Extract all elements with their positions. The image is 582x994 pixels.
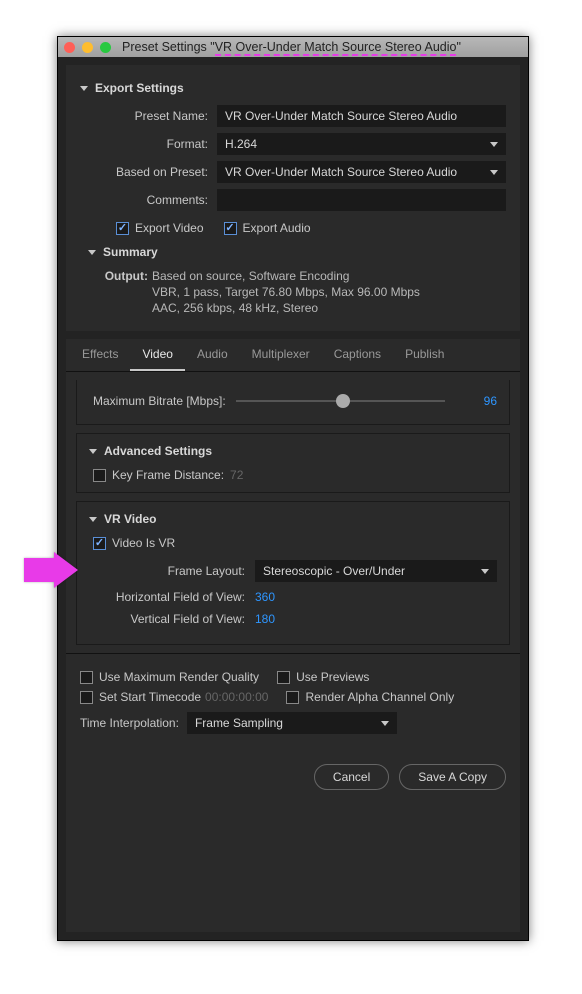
- frame-layout-label: Frame Layout:: [89, 564, 245, 578]
- export-audio-checkbox[interactable]: Export Audio: [224, 221, 311, 235]
- summary-output-label: Output:: [100, 269, 148, 283]
- cancel-button[interactable]: Cancel: [314, 764, 389, 790]
- comments-input[interactable]: [217, 189, 506, 211]
- preset-name-input[interactable]: [217, 105, 506, 127]
- tab-multiplexer[interactable]: Multiplexer: [240, 339, 322, 371]
- maximize-icon[interactable]: [100, 42, 111, 53]
- max-bitrate-slider[interactable]: [236, 400, 445, 402]
- chevron-down-icon: [80, 86, 88, 91]
- advanced-settings-header[interactable]: Advanced Settings: [89, 444, 497, 458]
- format-label: Format:: [80, 137, 208, 151]
- vr-video-header[interactable]: VR Video: [89, 512, 497, 526]
- frame-layout-value: Stereoscopic - Over/Under: [263, 564, 405, 578]
- tab-publish[interactable]: Publish: [393, 339, 456, 371]
- keyframe-distance-checkbox[interactable]: Key Frame Distance: 72: [93, 468, 497, 482]
- chevron-down-icon: [89, 517, 97, 522]
- video-is-vr-checkbox[interactable]: Video Is VR: [93, 536, 497, 550]
- export-audio-label: Export Audio: [243, 221, 311, 235]
- titlebar: Preset Settings "VR Over-Under Match Sou…: [58, 37, 528, 57]
- export-settings-header[interactable]: Export Settings: [80, 81, 506, 95]
- time-interpolation-select[interactable]: Frame Sampling: [187, 712, 397, 734]
- preset-settings-window: Preset Settings "VR Over-Under Match Sou…: [57, 36, 529, 941]
- checkbox-checked-icon: [116, 222, 129, 235]
- checkbox-icon: [286, 691, 299, 704]
- vfov-value[interactable]: 180: [255, 612, 275, 626]
- alpha-only-checkbox[interactable]: Render Alpha Channel Only: [286, 690, 454, 704]
- use-previews-label: Use Previews: [296, 670, 369, 684]
- export-settings-label: Export Settings: [95, 81, 184, 95]
- tab-video[interactable]: Video: [130, 339, 184, 371]
- summary-header[interactable]: Summary: [88, 245, 506, 259]
- time-interpolation-label: Time Interpolation:: [80, 716, 179, 730]
- vr-video-label: VR Video: [104, 512, 156, 526]
- summary-block: Output: Based on source, Software Encodin…: [100, 269, 506, 315]
- summary-label: Summary: [103, 245, 158, 259]
- summary-line2: VBR, 1 pass, Target 76.80 Mbps, Max 96.0…: [152, 285, 420, 299]
- checkbox-checked-icon: [224, 222, 237, 235]
- max-bitrate-label: Maximum Bitrate [Mbps]:: [93, 394, 226, 408]
- max-bitrate-value[interactable]: 96: [459, 394, 497, 408]
- slider-thumb[interactable]: [336, 394, 350, 408]
- frame-layout-select[interactable]: Stereoscopic - Over/Under: [255, 560, 497, 582]
- export-video-label: Export Video: [135, 221, 204, 235]
- chevron-down-icon: [381, 721, 389, 726]
- start-timecode-value: 00:00:00:00: [205, 690, 268, 704]
- time-interpolation-value: Frame Sampling: [195, 716, 283, 730]
- save-a-copy-button[interactable]: Save A Copy: [399, 764, 506, 790]
- max-render-quality-checkbox[interactable]: Use Maximum Render Quality: [80, 670, 259, 684]
- summary-line3: AAC, 256 kbps, 48 kHz, Stereo: [152, 301, 318, 315]
- chevron-down-icon: [490, 170, 498, 175]
- keyframe-distance-value: 72: [230, 468, 243, 482]
- keyframe-distance-label: Key Frame Distance:: [112, 468, 224, 482]
- advanced-settings-label: Advanced Settings: [104, 444, 212, 458]
- comments-label: Comments:: [80, 193, 208, 207]
- export-video-checkbox[interactable]: Export Video: [116, 221, 204, 235]
- tab-captions[interactable]: Captions: [322, 339, 393, 371]
- max-render-quality-label: Use Maximum Render Quality: [99, 670, 259, 684]
- tab-audio[interactable]: Audio: [185, 339, 240, 371]
- window-title: Preset Settings "VR Over-Under Match Sou…: [122, 40, 461, 54]
- based-on-select[interactable]: VR Over-Under Match Source Stereo Audio: [217, 161, 506, 183]
- start-timecode-label: Set Start Timecode: [99, 690, 201, 704]
- close-icon[interactable]: [64, 42, 75, 53]
- start-timecode-checkbox[interactable]: Set Start Timecode 00:00:00:00: [80, 690, 268, 704]
- hfov-value[interactable]: 360: [255, 590, 275, 604]
- minimize-icon[interactable]: [82, 42, 93, 53]
- checkbox-checked-icon: [93, 537, 106, 550]
- video-is-vr-label: Video Is VR: [112, 536, 175, 550]
- vfov-label: Vertical Field of View:: [89, 612, 245, 626]
- bottom-panel: Use Maximum Render Quality Use Previews …: [66, 653, 520, 800]
- checkbox-icon: [277, 671, 290, 684]
- annotation-arrow-icon: [24, 552, 78, 588]
- chevron-down-icon: [490, 142, 498, 147]
- chevron-down-icon: [88, 250, 96, 255]
- tab-bar: Effects Video Audio Multiplexer Captions…: [66, 339, 520, 372]
- use-previews-checkbox[interactable]: Use Previews: [277, 670, 369, 684]
- checkbox-icon: [80, 671, 93, 684]
- checkbox-icon: [80, 691, 93, 704]
- chevron-down-icon: [481, 569, 489, 574]
- format-value: H.264: [225, 137, 257, 151]
- chevron-down-icon: [89, 449, 97, 454]
- tab-effects[interactable]: Effects: [70, 339, 130, 371]
- summary-line1: Based on source, Software Encoding: [152, 269, 349, 283]
- alpha-only-label: Render Alpha Channel Only: [305, 690, 454, 704]
- based-on-value: VR Over-Under Match Source Stereo Audio: [225, 165, 457, 179]
- based-on-label: Based on Preset:: [80, 165, 208, 179]
- preset-name-label: Preset Name:: [80, 109, 208, 123]
- hfov-label: Horizontal Field of View:: [89, 590, 245, 604]
- export-settings-panel: Export Settings Preset Name: Format: H.2…: [66, 65, 520, 331]
- checkbox-icon: [93, 469, 106, 482]
- format-select[interactable]: H.264: [217, 133, 506, 155]
